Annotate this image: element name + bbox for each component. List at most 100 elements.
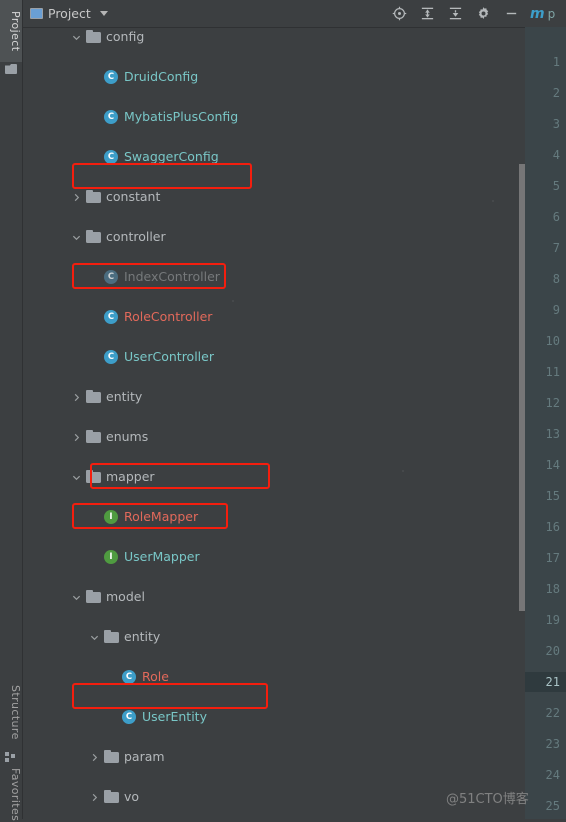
tree-row-label: enums	[106, 429, 149, 444]
java-class-icon: C	[104, 350, 118, 364]
tree-row[interactable]: I RoleMapper	[22, 507, 525, 527]
tree-row-label: RoleController	[124, 309, 213, 324]
sidebar-item-project[interactable]: Project	[0, 0, 22, 62]
tree-row[interactable]: model	[22, 587, 525, 607]
tree-row-label: constant	[106, 189, 161, 204]
tree-row-label: DruidConfig	[124, 69, 199, 84]
tree-row-label: Role	[142, 669, 169, 684]
tree-row[interactable]: C RoleController	[22, 307, 525, 327]
expand-all-icon[interactable]	[420, 6, 435, 21]
tool-strip-label-structure: Structure	[9, 684, 22, 740]
project-tree-scrollbar[interactable]	[519, 164, 525, 611]
java-interface-icon: I	[104, 510, 118, 524]
chevron-down-icon[interactable]	[99, 11, 108, 16]
gutter-line-number: 2	[552, 86, 560, 100]
tree-expand-arrow[interactable]	[72, 473, 81, 482]
java-class-icon: C	[104, 110, 118, 124]
java-interface-icon: I	[104, 550, 118, 564]
gutter-line-number: 22	[545, 706, 560, 720]
tool-strip-label-favorites: Favorites	[9, 768, 22, 822]
structure-icon	[5, 752, 17, 762]
gutter-line-number: 23	[545, 737, 560, 751]
project-view-selector[interactable]: Project	[30, 4, 108, 23]
tree-expand-arrow[interactable]	[72, 233, 81, 242]
editor-gutter: 1 2 3 4 5 6 7 8 9 10 11 12 13 14 15 16 17 18 19 20 21 22 23 24 2…	[525, 27, 566, 819]
tree-expand-arrow[interactable]	[90, 793, 99, 802]
sidebar-item-structure[interactable]: Structure	[0, 676, 22, 748]
tree-row[interactable]: C DruidConfig	[22, 67, 525, 87]
tree-expand-arrow[interactable]	[72, 393, 81, 402]
gutter-line-number: 25	[545, 799, 560, 813]
gutter-line-number: 9	[552, 303, 560, 317]
settings-gear-icon[interactable]	[476, 6, 491, 21]
java-class-icon: C	[122, 670, 136, 684]
gutter-line-number: 7	[552, 241, 560, 255]
tree-row[interactable]: I UserMapper	[22, 547, 525, 567]
sidebar-item-favorites[interactable]: Favorites	[0, 764, 22, 822]
tree-row[interactable]: entity	[22, 627, 525, 647]
gutter-line-number: 4	[552, 148, 560, 162]
tree-expand-arrow[interactable]	[90, 753, 99, 762]
tree-row-label: entity	[124, 629, 161, 644]
tree-row-label: vo	[124, 789, 140, 804]
gutter-line-number: 16	[545, 520, 560, 534]
tree-row-label: RoleMapper	[124, 509, 199, 524]
tree-row[interactable]: C IndexController	[22, 267, 525, 287]
project-panel-header: Project	[22, 0, 525, 28]
tree-expand-arrow[interactable]	[72, 433, 81, 442]
tree-expand-arrow[interactable]	[72, 33, 81, 42]
editor-area: m p 1 2 3 4 5 6 7 8 9 10 11 12 13 14 15 16 17 18 19 20 21 22 2…	[525, 0, 566, 819]
tree-row[interactable]: param	[22, 747, 525, 767]
tree-row-label: entity	[106, 389, 143, 404]
tree-row-label: config	[106, 29, 145, 44]
tree-row-label: UserEntity	[142, 709, 207, 724]
tree-row[interactable]: C UserController	[22, 347, 525, 367]
project-tree[interactable]: config C DruidConfig C MybatisPlusConfig C Swa…	[22, 27, 525, 819]
tree-row-label: SwaggerConfig	[124, 149, 219, 164]
gutter-line-number: 11	[545, 365, 560, 379]
gutter-line-number: 17	[545, 551, 560, 565]
gutter-line-number: 20	[545, 644, 560, 658]
gutter-line-number: 6	[552, 210, 560, 224]
java-class-icon: C	[104, 270, 118, 284]
locate-icon[interactable]	[392, 6, 407, 21]
gutter-line-number: 8	[552, 272, 560, 286]
collapse-all-icon[interactable]	[448, 6, 463, 21]
java-class-icon: C	[104, 70, 118, 84]
tree-row[interactable]: C UserEntity	[22, 707, 525, 727]
tree-row[interactable]: constant	[22, 187, 525, 207]
java-class-icon: C	[122, 710, 136, 724]
tree-row[interactable]: mapper	[22, 467, 525, 487]
gutter-line-number: 15	[545, 489, 560, 503]
tree-expand-arrow[interactable]	[90, 633, 99, 642]
tree-row-label: UserController	[124, 349, 214, 364]
tool-strip-label-project: Project	[9, 10, 22, 52]
java-class-icon: C	[104, 310, 118, 324]
panel-title: Project	[48, 6, 91, 21]
tree-row[interactable]: config	[22, 27, 525, 47]
panel-toolbar	[392, 0, 519, 27]
tree-row-label: param	[124, 749, 165, 764]
tree-row-label: controller	[106, 229, 166, 244]
tree-row-label: IndexController	[124, 269, 220, 284]
tree-row[interactable]: C Role	[22, 667, 525, 687]
tool-window-strip: Project Structure Favorites	[0, 0, 23, 822]
tree-row-label: model	[106, 589, 145, 604]
gutter-line-number: 13	[545, 427, 560, 441]
project-tool-window: Project config C DruidConfig C MybatisPl…	[22, 0, 525, 819]
tree-row-label: MybatisPlusConfig	[124, 109, 239, 124]
gutter-line-number: 21	[545, 675, 560, 689]
tree-row[interactable]: controller	[22, 227, 525, 247]
tree-row[interactable]: enums	[22, 427, 525, 447]
tree-row[interactable]: entity	[22, 387, 525, 407]
project-icon	[5, 64, 17, 74]
editor-tab-pom[interactable]: m p	[527, 2, 558, 26]
gutter-line-number: 18	[545, 582, 560, 596]
minimize-icon[interactable]	[504, 6, 519, 21]
tree-row[interactable]: C MybatisPlusConfig	[22, 107, 525, 127]
tree-expand-arrow[interactable]	[72, 593, 81, 602]
tree-row[interactable]: C SwaggerConfig	[22, 147, 525, 167]
project-view-icon	[30, 8, 43, 19]
watermark: @51CTO博客	[446, 792, 529, 807]
tree-expand-arrow[interactable]	[72, 193, 81, 202]
